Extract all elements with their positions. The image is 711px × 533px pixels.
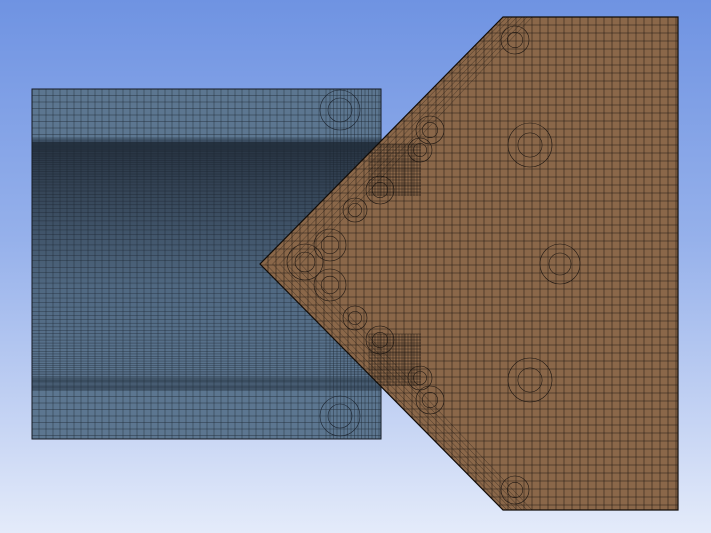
mesh-scene[interactable] xyxy=(0,0,711,533)
graphics-viewport[interactable] xyxy=(0,0,711,533)
